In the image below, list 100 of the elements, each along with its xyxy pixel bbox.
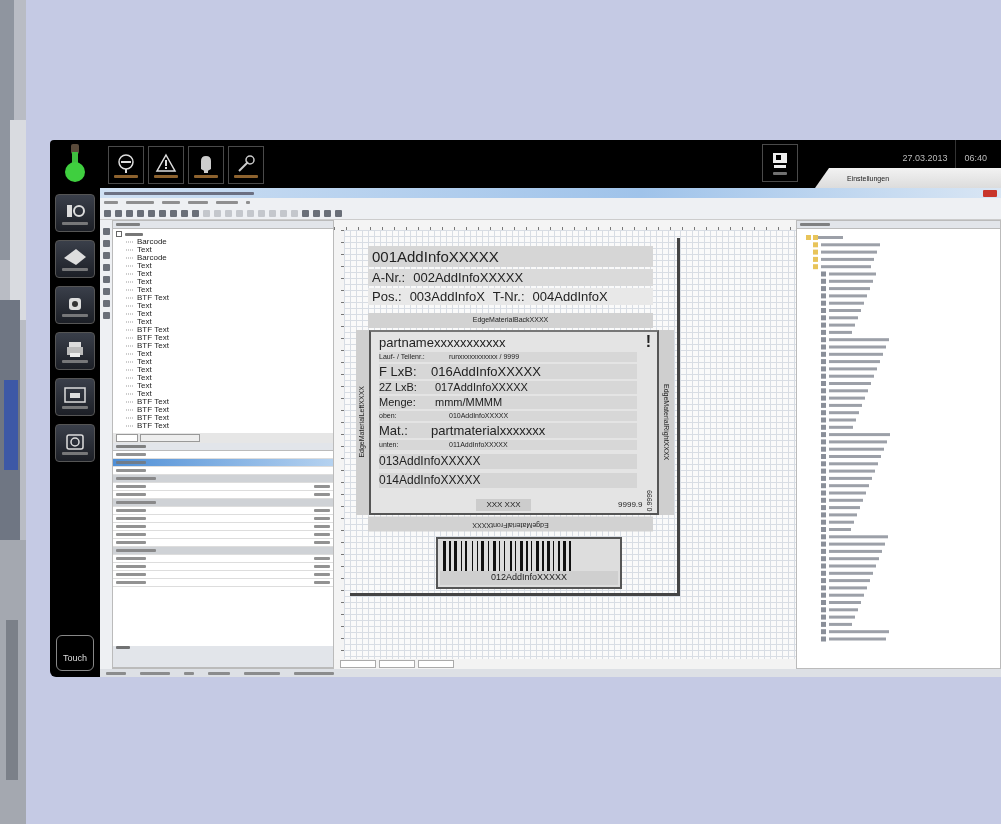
blurred-label	[116, 557, 146, 560]
toolbar-button[interactable]	[228, 146, 264, 184]
blurred-label	[194, 174, 218, 178]
tree-item[interactable]: BTF Text	[137, 294, 169, 302]
tree-item[interactable]: BTF Text	[137, 406, 169, 414]
blurred-label	[62, 405, 88, 409]
blurred-label	[62, 267, 88, 271]
tree-item[interactable]: BTF Text	[137, 422, 169, 430]
label-field: mmm/MMMM	[435, 395, 503, 409]
tree-item[interactable]: BTF Text	[137, 334, 169, 342]
warning-mark: !	[645, 334, 651, 350]
blurred-label	[116, 509, 146, 512]
sidebar-button[interactable]	[55, 378, 95, 416]
tree-item[interactable]: Text	[137, 318, 152, 326]
canvas-tab[interactable]	[418, 660, 454, 668]
tree-item[interactable]: BTF Text	[137, 398, 169, 406]
tree-item[interactable]: Text	[137, 270, 152, 278]
printer-icon	[64, 339, 86, 358]
blurred-label	[62, 221, 88, 225]
blurred-label	[314, 565, 330, 568]
toolbar-button[interactable]	[188, 146, 224, 184]
blurred-label	[116, 646, 130, 649]
label-field: 017AddInfoXXXXX	[435, 380, 528, 394]
canvas-tab[interactable]	[340, 660, 376, 668]
tree-item[interactable]: Text	[137, 246, 152, 254]
blurred-label	[162, 201, 180, 204]
field-label: Menge:	[379, 395, 417, 409]
canvas-tab[interactable]	[379, 660, 415, 668]
label-field: 003AddInfoX	[409, 289, 485, 304]
field-label: A-Nr.:	[372, 270, 406, 285]
tree-item[interactable]: Text	[137, 302, 152, 310]
tray-icon	[64, 385, 86, 404]
blurred-label	[125, 232, 143, 236]
blurred-label	[294, 671, 334, 675]
blurred-label	[188, 201, 208, 204]
tree-item[interactable]: Text	[137, 374, 152, 382]
sidebar-button[interactable]	[55, 194, 95, 232]
field-label: Mat.:	[379, 422, 409, 438]
blurred-label	[314, 485, 330, 488]
camera-icon	[64, 431, 86, 450]
no-entry-icon	[115, 152, 137, 173]
blurred-label	[116, 493, 146, 496]
status-light-icon	[64, 144, 86, 184]
toolbar-button[interactable]	[148, 146, 184, 184]
label-field: 004AddInfoX	[532, 289, 608, 304]
tree-item[interactable]: BTF Text	[137, 414, 169, 422]
blurred-label	[216, 201, 238, 204]
tree-item[interactable]: Text	[137, 366, 152, 374]
control-button[interactable]	[762, 144, 799, 182]
blurred-label	[116, 453, 146, 456]
blurred-label	[116, 461, 146, 464]
panel-tab[interactable]	[116, 434, 138, 442]
close-button[interactable]	[983, 189, 997, 197]
label-field: 002AddInfoXXXXX	[413, 270, 524, 285]
blurred-label	[314, 557, 330, 560]
blurred-label	[126, 201, 154, 204]
blurred-label	[104, 201, 118, 204]
tree-item[interactable]: Text	[137, 286, 152, 294]
tree-item[interactable]: BTF Text	[137, 342, 169, 350]
tree-item[interactable]: Text	[137, 262, 152, 270]
blurred-label	[116, 565, 146, 568]
blurred-label	[140, 671, 170, 675]
tree-item[interactable]: Text	[137, 278, 152, 286]
tree-item[interactable]: Text	[137, 310, 152, 318]
tree-item[interactable]: Barcode	[137, 238, 167, 246]
blurred-label	[116, 517, 146, 520]
sidebar-button[interactable]	[55, 424, 95, 462]
label-field: XXX XXX	[476, 498, 531, 511]
blurred-label	[116, 541, 146, 544]
blurred-label	[116, 573, 146, 576]
blurred-label	[116, 549, 156, 552]
tree-item[interactable]: Text	[137, 382, 152, 390]
label-field: 016AddInfoXXXXX	[431, 363, 541, 379]
blurred-label	[314, 525, 330, 528]
blurred-label	[114, 174, 138, 178]
sidebar-button[interactable]	[55, 286, 95, 324]
sidebar-button[interactable]	[55, 332, 95, 370]
node-icon	[116, 231, 122, 237]
blurred-label	[106, 671, 126, 675]
panel-tab[interactable]	[140, 434, 200, 442]
blurred-label	[116, 223, 140, 226]
tree-item[interactable]: Text	[137, 350, 152, 358]
blurred-label	[314, 493, 330, 496]
blurred-label	[116, 533, 146, 536]
tree-item[interactable]: Text	[137, 390, 152, 398]
toolbar-button[interactable]	[108, 146, 144, 184]
field-label: T-Nr.:	[492, 289, 525, 304]
blurred-label	[314, 517, 330, 520]
blurred-label	[116, 445, 146, 448]
tree-item[interactable]: Barcode	[137, 254, 167, 262]
label-field: 9999.9	[618, 498, 643, 511]
tree-item[interactable]: BTF Text	[137, 326, 169, 334]
field-label: 2Z LxB:	[379, 380, 418, 394]
blurred-label	[314, 541, 330, 544]
label-field: partmaterialxxxxxxx	[431, 422, 546, 438]
warning-icon	[155, 152, 177, 173]
blurred-label	[116, 485, 146, 488]
sidebar-button[interactable]	[55, 240, 95, 278]
tree-item[interactable]: Text	[137, 358, 152, 366]
field-label: F LxB:	[379, 363, 418, 379]
